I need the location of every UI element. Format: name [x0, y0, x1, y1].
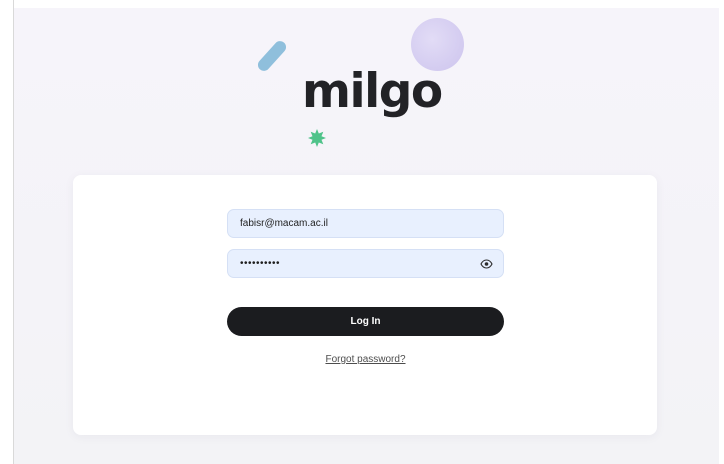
login-button[interactable]: Log In — [227, 307, 504, 336]
login-card: Log In Forgot password? — [73, 175, 657, 435]
login-page: milgo Log In Forgot password? — [14, 8, 719, 464]
brand-logo: milgo — [302, 64, 443, 119]
password-field[interactable] — [228, 250, 503, 277]
email-field[interactable] — [228, 210, 503, 237]
eye-icon[interactable] — [480, 258, 493, 270]
left-edge-strip — [0, 0, 14, 464]
star-burst-icon — [308, 129, 326, 147]
decorative-pill-shape — [255, 38, 289, 74]
forgot-password-link[interactable]: Forgot password? — [227, 354, 504, 365]
email-field-wrapper — [227, 209, 504, 238]
password-field-wrapper — [227, 249, 504, 278]
